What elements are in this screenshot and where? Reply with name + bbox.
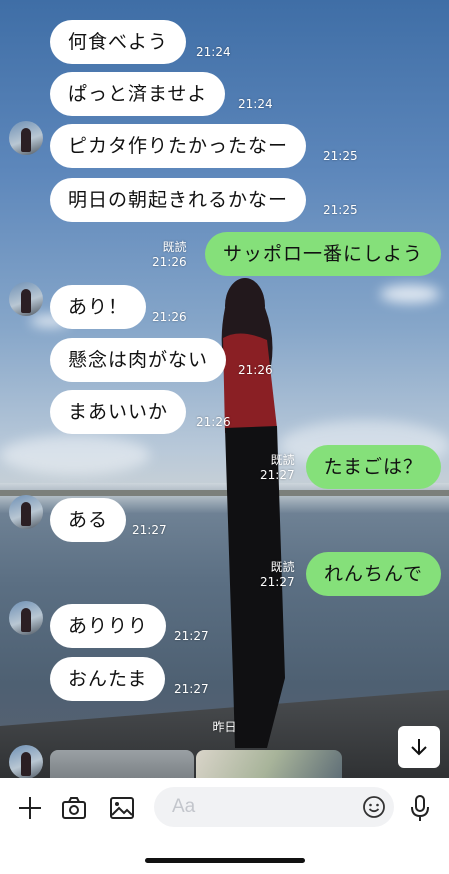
message-time: 21:26 [152, 255, 187, 269]
emoji-icon[interactable] [362, 795, 386, 819]
message-input-placeholder: Aa [172, 796, 196, 817]
read-receipt: 既読 21:26 [152, 240, 187, 270]
date-separator: 昨日 [212, 720, 237, 734]
microphone-button[interactable] [404, 792, 436, 824]
avatar[interactable] [9, 495, 43, 529]
message-time: 21:26 [196, 415, 231, 429]
avatar[interactable] [9, 121, 43, 155]
message-time: 21:27 [174, 629, 209, 643]
message-time: 21:27 [260, 575, 295, 589]
read-label: 既読 [270, 453, 295, 467]
read-receipt: 既読 21:27 [260, 560, 295, 590]
message-bubble[interactable]: 明日の朝起きれるかなー [50, 178, 307, 222]
message-time: 21:27 [260, 468, 295, 482]
message-bubble[interactable]: ピカタ作りたかったなー [50, 124, 307, 168]
scroll-down-button[interactable] [398, 726, 440, 768]
message-bubble[interactable]: サッポロ一番にしよう [204, 232, 441, 276]
message-bubble[interactable]: 懸念は肉がない [50, 338, 227, 382]
message-bubble[interactable]: おんたま [50, 657, 166, 701]
home-indicator[interactable] [145, 858, 305, 863]
image-icon [110, 797, 134, 819]
plus-icon [19, 797, 41, 819]
message-time: 21:27 [174, 682, 209, 696]
plus-button[interactable] [14, 792, 46, 824]
read-label: 既読 [162, 240, 187, 254]
avatar[interactable] [9, 601, 43, 635]
message-bubble[interactable]: ぱっと済ませよ [50, 72, 226, 116]
image-button[interactable] [106, 792, 138, 824]
message-time: 21:25 [323, 149, 358, 163]
message-time: 21:26 [152, 310, 187, 324]
message-input-bar: Aa [0, 778, 449, 838]
message-bubble[interactable]: まあいいか [50, 390, 187, 434]
message-input[interactable]: Aa [154, 787, 394, 827]
camera-button[interactable] [58, 792, 90, 824]
message-bubble[interactable]: れんちんで [305, 552, 441, 596]
message-bubble[interactable]: あり！ [50, 285, 147, 329]
image-thumbnails[interactable] [50, 750, 342, 780]
message-time: 21:26 [238, 363, 273, 377]
home-indicator-area [0, 838, 449, 874]
message-bubble[interactable]: たまごは？ [305, 445, 441, 489]
arrow-down-icon [411, 739, 427, 756]
message-bubble[interactable]: ありりり [50, 604, 167, 648]
read-receipt: 既読 21:27 [260, 453, 295, 483]
avatar[interactable] [9, 745, 43, 779]
camera-icon [62, 797, 86, 819]
microphone-icon [411, 795, 429, 821]
message-time: 21:24 [238, 97, 273, 111]
message-time: 21:25 [323, 203, 358, 217]
message-bubble[interactable]: 何食べよう [50, 20, 187, 64]
message-bubble[interactable]: ある [50, 498, 127, 542]
read-label: 既読 [270, 560, 295, 574]
message-time: 21:27 [132, 523, 167, 537]
message-time: 21:24 [196, 45, 231, 59]
avatar[interactable] [9, 282, 43, 316]
